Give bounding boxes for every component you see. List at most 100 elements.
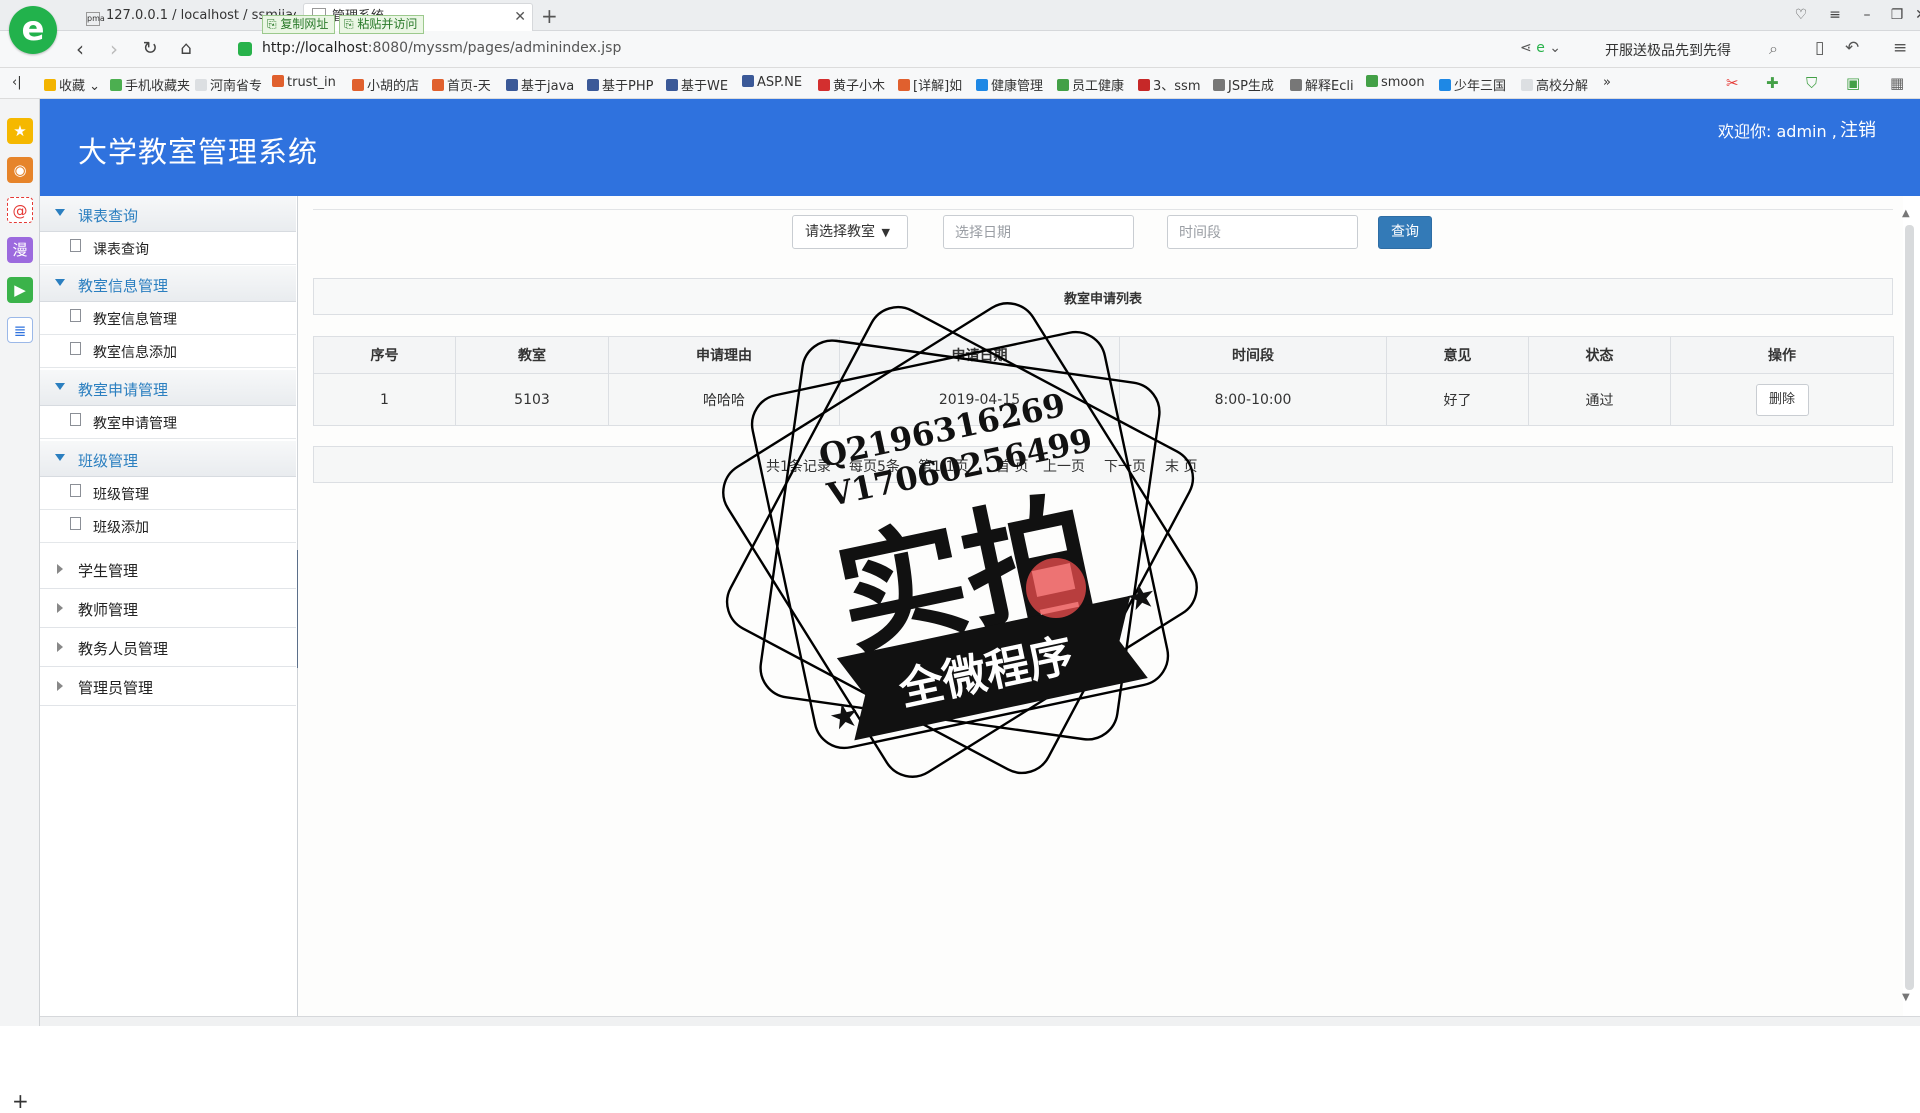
home-icon[interactable]: ⌂ — [174, 37, 198, 61]
bookmark-item[interactable]: JSP生成 — [1213, 75, 1274, 94]
site-icon — [432, 79, 444, 91]
delete-button[interactable]: 删除 — [1755, 383, 1809, 416]
restore-icon[interactable]: ❐ — [1886, 4, 1908, 26]
bookmark-item[interactable]: 小胡的店 — [352, 75, 419, 94]
apps-grid-icon[interactable]: ▦ — [1890, 74, 1904, 92]
sidebar-toggle-icon[interactable]: ‹| — [12, 75, 22, 90]
site-icon — [666, 79, 678, 91]
ie-mode-icon[interactable]: e — [1536, 40, 1545, 56]
pager-first-link[interactable]: 首 页 — [996, 456, 1028, 476]
menu-group-teachers[interactable]: 教师管理 — [40, 589, 296, 628]
translate-icon[interactable]: ✚ — [1766, 74, 1779, 92]
search-icon[interactable]: ⌕ — [1769, 39, 1778, 59]
scroll-down-icon[interactable]: ▼ — [1902, 992, 1910, 1003]
menu-group-schedule[interactable]: 课表查询 — [40, 196, 296, 232]
scissors-icon[interactable]: ✂ — [1726, 74, 1739, 92]
pager-next-link[interactable]: 下一页 — [1104, 456, 1146, 476]
bookmark-item[interactable]: 基于WE — [666, 75, 728, 94]
forward-icon[interactable]: › — [102, 37, 126, 61]
close-window-icon[interactable]: ✕ — [1910, 4, 1920, 26]
cell-reason: 哈哈哈 — [608, 373, 840, 426]
copy-url-label: 复制网址 — [280, 17, 329, 31]
cursor-highlight — [1026, 558, 1086, 618]
bookmarks-more-button[interactable]: » — [1603, 75, 1611, 90]
bookmark-item[interactable]: 河南省专 — [195, 75, 262, 94]
bookmark-item[interactable]: ASP.NE — [742, 75, 802, 90]
skin-icon[interactable]: ♡ — [1790, 4, 1812, 26]
bookmark-item[interactable]: trust_in — [272, 75, 336, 90]
star-icon — [44, 79, 56, 91]
cell-time: 8:00-10:00 — [1119, 373, 1387, 426]
bookmark-item[interactable]: 解释Ecli — [1290, 75, 1354, 94]
app-header: 大学教室管理系统 欢迎你: admin , 注销 — [40, 99, 1920, 196]
menu-group-academic-staff[interactable]: 教务人员管理 — [40, 628, 296, 667]
notes-icon[interactable]: ≣ — [7, 317, 33, 343]
vertical-scrollbar[interactable] — [1905, 225, 1914, 990]
menu-group-students[interactable]: 学生管理 — [40, 550, 296, 589]
back-icon[interactable]: ‹ — [68, 37, 92, 61]
menu-item-classroom-apply-manage[interactable]: 教室申请管理 — [40, 406, 296, 439]
time-slot-input[interactable] — [1167, 215, 1358, 249]
menu-item-class-add[interactable]: 班级添加 — [40, 510, 296, 543]
bookmark-item[interactable]: 高校分解 — [1521, 75, 1588, 94]
news-ticker[interactable]: 开服送极品先到先得 — [1605, 40, 1731, 60]
mail-icon[interactable]: @ — [7, 197, 33, 223]
bookmark-label: 少年三国 — [1454, 79, 1507, 94]
menu-group-class[interactable]: 班级管理 — [40, 441, 296, 477]
menu-group-admins[interactable]: 管理员管理 — [40, 667, 296, 706]
bookmark-item[interactable]: [详解]如 — [898, 75, 962, 94]
undo-icon[interactable]: ↶ — [1845, 38, 1859, 58]
weibo-icon[interactable]: ◉ — [7, 157, 33, 183]
col-header-reason: 申请理由 — [608, 336, 840, 374]
bookmark-item[interactable]: 首页-天 — [432, 75, 491, 94]
classroom-select[interactable]: 请选择教室 ▼ — [792, 215, 908, 249]
bookmark-item[interactable]: 收藏 ⌄ — [44, 75, 100, 94]
menu-item-class-manage[interactable]: 班级管理 — [40, 477, 296, 510]
bookmark-item[interactable]: 员工健康 — [1057, 75, 1124, 94]
divider — [313, 209, 1893, 210]
pager-total: 共1条记录 — [766, 459, 831, 475]
menu-group-classroom-info[interactable]: 教室信息管理 — [40, 266, 296, 302]
menu-group-classroom-apply[interactable]: 教室申请管理 — [40, 370, 296, 406]
close-tab-icon[interactable]: ✕ — [514, 4, 526, 30]
page-icon — [70, 517, 81, 530]
bookmark-item[interactable]: 手机收藏夹 — [110, 75, 190, 94]
phone-icon[interactable]: ▯ — [1815, 38, 1824, 58]
bookmark-label: 河南省专 — [210, 79, 263, 94]
menu-group-label: 教务人员管理 — [78, 640, 169, 658]
query-button[interactable]: 查询 — [1378, 216, 1432, 249]
video-icon[interactable]: ▶ — [7, 277, 33, 303]
browser-logo-icon[interactable]: e — [9, 6, 57, 54]
pager-prev-link[interactable]: 上一页 — [1043, 456, 1085, 476]
share-icon[interactable]: ⋖ e ⌄ — [1520, 40, 1561, 56]
col-header-opinion: 意见 — [1386, 336, 1529, 374]
url-input[interactable]: http://localhost:8080/myssm/pages/admini… — [262, 40, 621, 56]
bookmark-item[interactable]: 健康管理 — [976, 75, 1043, 94]
shield-icon[interactable]: ⛉ — [1806, 74, 1817, 92]
comic-icon[interactable]: 漫 — [7, 237, 33, 263]
pager-last-link[interactable]: 末 页 — [1165, 456, 1197, 476]
logout-link[interactable]: 注销 — [1840, 116, 1876, 142]
menu-item-classroom-info-manage[interactable]: 教室信息管理 — [40, 302, 296, 335]
paste-go-tooltip[interactable]: ⎘ 粘贴并访问 — [339, 15, 425, 34]
minimize-icon[interactable]: – — [1856, 4, 1878, 26]
bookmark-item[interactable]: 3、ssm — [1138, 75, 1200, 94]
bookmark-item[interactable]: 基于java — [506, 75, 574, 94]
bookmark-item[interactable]: smoon — [1366, 75, 1425, 90]
menu-item-classroom-info-add[interactable]: 教室信息添加 — [40, 335, 296, 368]
menu-icon[interactable]: ≡ — [1824, 4, 1846, 26]
bookmark-item[interactable]: 少年三国 — [1439, 75, 1506, 94]
more-menu-icon[interactable]: ≡ — [1893, 38, 1907, 58]
favorites-star-icon[interactable]: ★ — [7, 118, 33, 144]
game-icon[interactable]: ▣ — [1846, 74, 1860, 92]
classroom-select-label: 请选择教室 — [805, 224, 875, 240]
menu-item-schedule-query[interactable]: 课表查询 — [40, 232, 296, 265]
date-input[interactable] — [943, 215, 1134, 249]
scroll-up-icon[interactable]: ▲ — [1902, 208, 1910, 219]
add-sidebar-icon[interactable]: + — [12, 1089, 29, 1113]
bookmark-item[interactable]: 黄子小木 — [818, 75, 885, 94]
bookmark-item[interactable]: 基于PHP — [587, 75, 653, 94]
reload-icon[interactable]: ↻ — [138, 37, 162, 61]
new-tab-button[interactable]: + — [541, 3, 558, 29]
copy-url-tooltip[interactable]: ⎘ 复制网址 — [262, 15, 336, 34]
